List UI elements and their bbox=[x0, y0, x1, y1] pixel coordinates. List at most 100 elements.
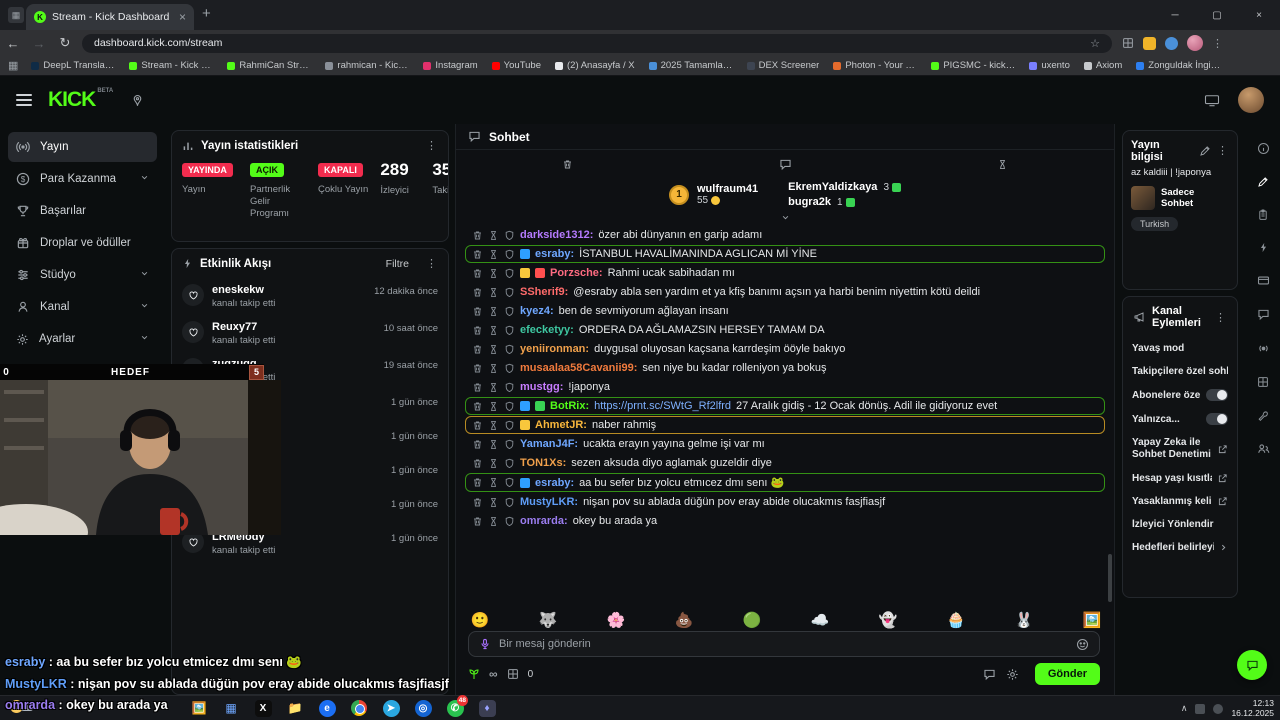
extension-icon[interactable] bbox=[1143, 36, 1156, 50]
bolt-icon[interactable] bbox=[1258, 242, 1269, 253]
ban-user-icon[interactable] bbox=[504, 249, 515, 260]
delete-message-icon[interactable] bbox=[472, 325, 483, 336]
bookmark-item[interactable]: Stream - Kick Dashb... bbox=[122, 58, 220, 74]
timeout-user-icon[interactable] bbox=[488, 287, 499, 298]
chat-username[interactable]: esraby: bbox=[535, 477, 574, 489]
cupcake-emote[interactable]: 🧁 bbox=[946, 611, 966, 629]
ban-user-icon[interactable] bbox=[504, 363, 515, 374]
chat-username[interactable]: kyez4: bbox=[520, 305, 554, 317]
chat-username[interactable]: YamanJ4F: bbox=[520, 438, 578, 450]
bookmark-item[interactable]: Instagram bbox=[416, 58, 484, 74]
bookmark-item[interactable]: YouTube bbox=[485, 58, 548, 74]
action-i-zleyici-y-nlendir[interactable]: İzleyici Yönlendir bbox=[1123, 513, 1237, 536]
bookmark-item[interactable]: DeepL Translate: Th... bbox=[24, 58, 122, 74]
action-yava-mod[interactable]: Yavaş mod bbox=[1123, 337, 1237, 360]
timeout-user-icon[interactable] bbox=[488, 268, 499, 279]
filter-button[interactable]: Filtre bbox=[386, 258, 409, 270]
ban-user-icon[interactable] bbox=[504, 497, 515, 508]
chat-username[interactable]: SSherif9: bbox=[520, 286, 568, 298]
action-yapay-zeka-ile-sohbet-denetimi[interactable]: Yapay Zeka ile Sohbet Denetimi bbox=[1123, 431, 1237, 467]
chat-username[interactable]: musaalaa58Cavanii99: bbox=[520, 362, 637, 374]
delete-message-icon[interactable] bbox=[472, 306, 483, 317]
action-yaln-zca-[interactable]: Yalnızca... bbox=[1123, 407, 1237, 431]
chat-username[interactable]: Porzsche: bbox=[550, 267, 603, 279]
chat-settings-bubble-icon[interactable] bbox=[983, 668, 996, 681]
ban-user-icon[interactable] bbox=[504, 230, 515, 241]
chat-username[interactable]: esraby: bbox=[535, 248, 574, 260]
signal-icon[interactable] bbox=[1257, 342, 1270, 355]
timeout-user-icon[interactable] bbox=[488, 516, 499, 527]
seed-icon[interactable] bbox=[468, 668, 480, 680]
microphone-icon[interactable] bbox=[479, 638, 491, 650]
chat-username[interactable]: BotRix: bbox=[550, 400, 589, 412]
delete-message-icon[interactable] bbox=[472, 268, 483, 279]
smiley-emote[interactable]: 🙂 bbox=[470, 611, 490, 629]
timeout-user-icon[interactable] bbox=[488, 230, 499, 241]
ban-user-icon[interactable] bbox=[504, 306, 515, 317]
clock[interactable]: 12:13 16.12.2025 bbox=[1231, 698, 1274, 718]
flower-emote[interactable]: 🌸 bbox=[606, 611, 626, 629]
action-hedefleri-belirleyin[interactable]: Hedefleri belirleyin bbox=[1123, 536, 1237, 559]
send-button[interactable]: Gönder bbox=[1034, 663, 1100, 685]
action-yasaklanm-kelimeler[interactable]: Yasaklanmış kelimeler bbox=[1123, 490, 1237, 513]
timeout-user-icon[interactable] bbox=[488, 344, 499, 355]
timeout-user-icon[interactable] bbox=[488, 497, 499, 508]
bookmark-item[interactable]: PIGSMC - kick.com/... bbox=[924, 58, 1022, 74]
ban-user-icon[interactable] bbox=[504, 420, 515, 431]
info-menu-icon[interactable]: ⋮ bbox=[1217, 145, 1229, 157]
category-thumbnail[interactable] bbox=[1131, 186, 1155, 210]
sidebar-item-ba-ar-lar[interactable]: Başarılar bbox=[8, 196, 157, 226]
bookmark-item[interactable]: DEX Screener bbox=[740, 58, 827, 74]
bookmark-item[interactable]: (2) Anasayfa / X bbox=[548, 58, 642, 74]
timeout-mode-icon[interactable] bbox=[997, 159, 1008, 170]
leaderboard-row[interactable]: bugra2k 1 bbox=[788, 196, 901, 208]
ban-user-icon[interactable] bbox=[504, 268, 515, 279]
chat-username[interactable]: yeniironman: bbox=[520, 343, 589, 355]
category-name[interactable]: Sadece Sohbet bbox=[1161, 187, 1229, 209]
timeout-user-icon[interactable] bbox=[488, 363, 499, 374]
tray-expand-icon[interactable]: ∧ bbox=[1181, 703, 1188, 714]
infinity-icon[interactable]: ∞ bbox=[489, 667, 498, 681]
chat-username[interactable]: AhmetJR: bbox=[535, 419, 587, 431]
delete-message-icon[interactable] bbox=[472, 344, 483, 355]
timeout-user-icon[interactable] bbox=[488, 325, 499, 336]
tab-close-icon[interactable]: × bbox=[179, 10, 186, 24]
delete-message-icon[interactable] bbox=[472, 363, 483, 374]
ban-user-icon[interactable] bbox=[504, 477, 515, 488]
ban-user-icon[interactable] bbox=[504, 325, 515, 336]
timeout-user-icon[interactable] bbox=[488, 306, 499, 317]
sidebar-item-ayarlar[interactable]: Ayarlar bbox=[8, 324, 157, 354]
window-close-button[interactable]: × bbox=[1238, 0, 1280, 30]
back-button[interactable]: ← bbox=[0, 36, 26, 51]
stats-menu-icon[interactable]: ⋮ bbox=[426, 139, 438, 152]
tray-icon[interactable] bbox=[1195, 703, 1206, 714]
actions-menu-icon[interactable]: ⋮ bbox=[1215, 311, 1227, 324]
sidebar-item-st-dyo[interactable]: Stüdyo bbox=[8, 260, 157, 290]
edit-pencil-icon[interactable] bbox=[1199, 145, 1211, 157]
message-input[interactable]: Bir mesaj gönderin bbox=[468, 631, 1100, 657]
wolf-emote[interactable]: 🐺 bbox=[538, 611, 558, 629]
grid-icon[interactable] bbox=[1257, 376, 1269, 388]
timeout-user-icon[interactable] bbox=[488, 401, 499, 412]
chat-icon[interactable] bbox=[1257, 308, 1270, 321]
new-tab-button[interactable]: + bbox=[202, 5, 211, 22]
window-maximize-button[interactable]: ▢ bbox=[1196, 0, 1238, 30]
leaderboard-row[interactable]: EkremYaldizkaya 3 bbox=[788, 181, 901, 193]
screen-broadcast-icon[interactable] bbox=[1204, 94, 1220, 107]
cloud-emote[interactable]: ☁️ bbox=[810, 611, 830, 629]
bookmark-item[interactable]: RahmiCan Stream -... bbox=[220, 58, 318, 74]
picture-emote[interactable]: 🖼️ bbox=[1082, 611, 1102, 629]
browser-profile-avatar[interactable] bbox=[1187, 35, 1203, 51]
clear-chat-icon[interactable] bbox=[562, 159, 573, 170]
bookmark-item[interactable]: rahmican - Kick Stat... bbox=[318, 58, 416, 74]
collapse-leaderboard-icon[interactable] bbox=[781, 211, 790, 223]
delete-message-icon[interactable] bbox=[472, 497, 483, 508]
browser-menu-icon[interactable]: ⋮ bbox=[1212, 37, 1224, 50]
users-icon[interactable] bbox=[1257, 442, 1270, 455]
bunny-emote[interactable]: 🐰 bbox=[1014, 611, 1034, 629]
timeout-user-icon[interactable] bbox=[488, 439, 499, 450]
message-link[interactable]: https://prnt.sc/SWtG_Rf2lfrd bbox=[594, 400, 731, 412]
hamburger-menu-icon[interactable] bbox=[16, 94, 32, 106]
delete-message-icon[interactable] bbox=[472, 439, 483, 450]
delete-message-icon[interactable] bbox=[472, 382, 483, 393]
